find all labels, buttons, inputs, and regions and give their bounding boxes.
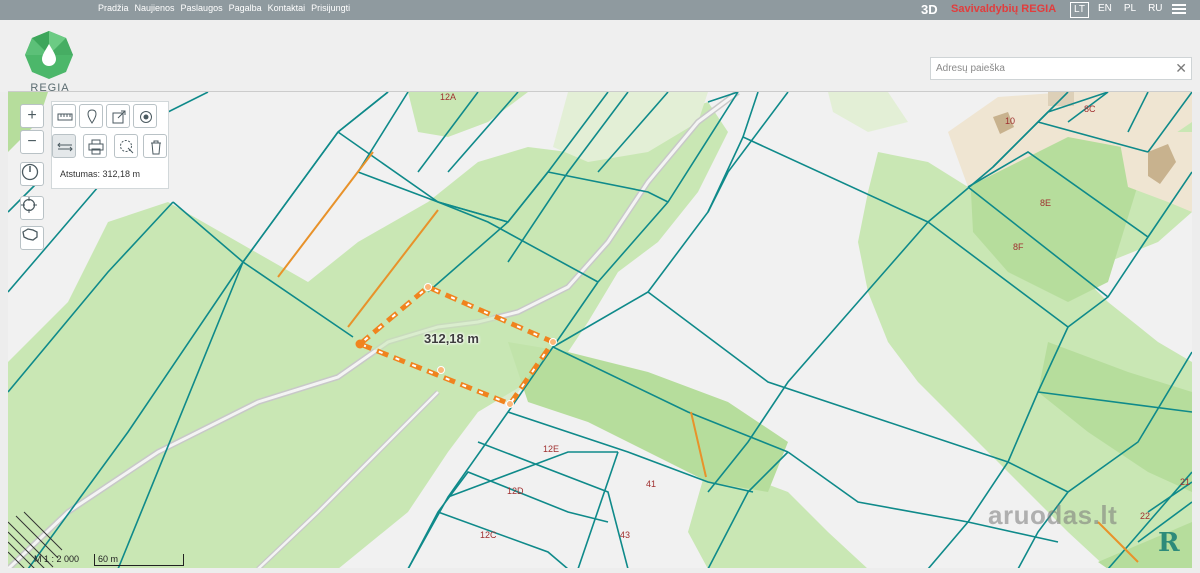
clear-measurements-button[interactable] (143, 134, 167, 158)
scale-ratio: M 1 : 2 000 (34, 554, 80, 564)
nav-item-paslaugos[interactable]: Paslaugos (181, 3, 223, 13)
plot-label-8f: 8F (1013, 242, 1024, 252)
plot-label-12a: 12A (440, 92, 457, 102)
lang-ru[interactable]: RU (1145, 2, 1165, 18)
plot-label-41: 41 (646, 479, 657, 489)
nav-item-pagalba[interactable]: Pagalba (229, 3, 262, 13)
aruodas-watermark: aruodas.lt (988, 500, 1118, 530)
regia-logo-icon[interactable] (24, 30, 74, 80)
crosshair-icon (21, 197, 37, 213)
compass-button[interactable] (20, 162, 44, 186)
plot-label-12c: 12C (480, 530, 497, 540)
locate-button[interactable] (20, 196, 44, 220)
scale-bar: 60 m (94, 554, 184, 566)
area-select-icon (120, 140, 134, 154)
nav-item-pradzia[interactable]: Pradžia (98, 3, 129, 13)
top-bar: Pradžia Naujienos Paslaugos Pagalba Kont… (0, 0, 1200, 20)
plot-label-8e: 8E (1040, 198, 1052, 208)
lang-lt[interactable]: LT (1070, 2, 1089, 18)
zoom-in-button[interactable]: + (20, 104, 44, 128)
zoom-out-button[interactable]: − (20, 130, 44, 154)
plot-label-21: 21 (1180, 477, 1191, 487)
brand-name: Savivaldybių REGIA (951, 3, 1057, 15)
plot-label-10: 10 (1005, 116, 1016, 126)
plot-label-22: 22 (1140, 511, 1151, 521)
locate-icon (140, 111, 152, 123)
plot-label-8c: 8C (1084, 104, 1096, 114)
print-icon (88, 139, 104, 155)
regia-corner-logo-icon: R (1158, 528, 1180, 558)
search-input[interactable] (931, 58, 1166, 79)
language-switcher: LT EN PL RU (1070, 2, 1166, 18)
measure-distance-button[interactable] (52, 134, 76, 158)
lang-en[interactable]: EN (1095, 2, 1115, 18)
area-select-tool-button[interactable] (114, 134, 138, 158)
trash-icon (151, 140, 161, 155)
share-tool-button[interactable] (106, 104, 130, 128)
top-nav: Pradžia Naujienos Paslaugos Pagalba Kont… (98, 3, 350, 13)
distance-readout: Atstumas: 312,18 m (60, 169, 141, 179)
measure-tool-panel: Atstumas: 312,18 m (51, 101, 169, 189)
lang-pl[interactable]: PL (1121, 2, 1139, 18)
compass-icon (21, 163, 39, 181)
lithuania-shape-icon (22, 228, 38, 241)
mode-3d-button[interactable]: 3D (921, 2, 938, 17)
share-icon (112, 110, 126, 124)
full-extent-button[interactable] (20, 226, 44, 250)
nav-item-kontaktai[interactable]: Kontaktai (268, 3, 306, 13)
ruler-tool-button[interactable] (52, 104, 76, 128)
map-canvas (8, 92, 1192, 568)
locate-tool-button[interactable] (133, 104, 157, 128)
plot-label-12e: 12E (543, 444, 560, 454)
nav-item-naujienos[interactable]: Naujienos (135, 3, 175, 13)
plot-label-12d: 12D (507, 486, 524, 496)
address-search: ✕ (930, 57, 1192, 80)
close-icon[interactable]: ✕ (1175, 60, 1187, 77)
measure-distance-icon (57, 142, 73, 152)
header: REGIA ✕ (0, 20, 1200, 94)
plot-label-43: 43 (620, 530, 631, 540)
map-view[interactable]: 12A 10 8C 8E 8F 12E 12D 12C 41 43 22 21 … (8, 91, 1192, 568)
hamburger-menu-icon[interactable] (1172, 4, 1186, 15)
nav-item-prisijungti[interactable]: Prisijungti (311, 3, 350, 13)
marker-tool-button[interactable] (79, 104, 103, 128)
ruler-icon (57, 113, 73, 121)
marker-icon (87, 109, 97, 124)
measurement-label: 312,18 m (424, 331, 479, 346)
print-tool-button[interactable] (83, 134, 107, 158)
